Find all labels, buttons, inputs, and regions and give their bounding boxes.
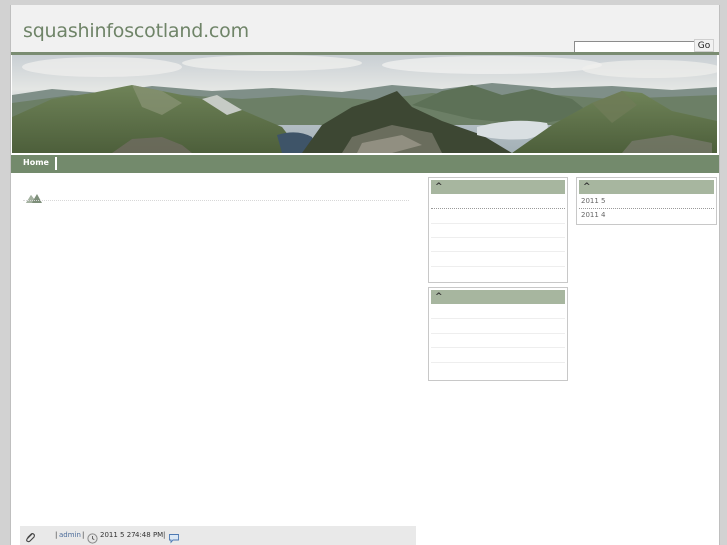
widget-2-row-line: [431, 362, 565, 363]
post-meta-bar: | admin | 2011 5 27 4:48 PM |: [20, 526, 416, 545]
archive-link-2011-5[interactable]: 2011 5: [581, 197, 606, 205]
search-go-button[interactable]: Go: [694, 39, 714, 52]
author-separator: |: [55, 531, 58, 539]
nav-separator: [55, 157, 57, 170]
nav-home-link[interactable]: Home: [23, 158, 49, 167]
post-date: 2011 5 27: [100, 531, 136, 539]
post-author-link[interactable]: admin: [59, 531, 81, 539]
clock-icon: [87, 529, 98, 545]
comments-separator: |: [163, 531, 166, 539]
site-title[interactable]: squashinfoscotland.com: [23, 20, 249, 42]
archive-divider: [579, 208, 714, 209]
post-mountain-icon: [26, 188, 42, 207]
widget-1-row-line: [431, 251, 565, 252]
archive-header[interactable]: ^: [579, 180, 714, 194]
widget-2-row-line: [431, 318, 565, 319]
widget-2-row-line: [431, 347, 565, 348]
widget-2-caret: ^: [435, 292, 443, 302]
widget-2-header[interactable]: ^: [431, 290, 565, 304]
sidebar-widget-2: ^: [428, 287, 568, 381]
page-container: squashinfoscotland.com Go Home ^ ^ ^ 201…: [10, 5, 720, 545]
paperclip-icon: [24, 529, 36, 545]
archive-link-2011-4[interactable]: 2011 4: [581, 211, 606, 219]
widget-1-header[interactable]: ^: [431, 180, 565, 194]
date-separator: |: [82, 531, 85, 539]
widget-1-row-line: [431, 223, 565, 224]
header-banner-image: [12, 55, 717, 153]
post-time: 4:48 PM: [135, 531, 164, 539]
archive-caret: ^: [583, 182, 591, 192]
widget-1-row-line: [431, 237, 565, 238]
main-nav: Home: [11, 155, 719, 173]
widget-2-row-line: [431, 333, 565, 334]
widget-1-caret: ^: [435, 182, 443, 192]
sidebar-widget-1: ^: [428, 177, 568, 283]
archive-widget: ^ 2011 5 2011 4: [576, 177, 717, 225]
post-title-divider: [23, 200, 409, 201]
comment-icon[interactable]: [168, 529, 180, 545]
site-header: squashinfoscotland.com Go: [11, 5, 719, 56]
widget-1-row-line: [431, 266, 565, 267]
widget-1-divider: [431, 208, 565, 209]
